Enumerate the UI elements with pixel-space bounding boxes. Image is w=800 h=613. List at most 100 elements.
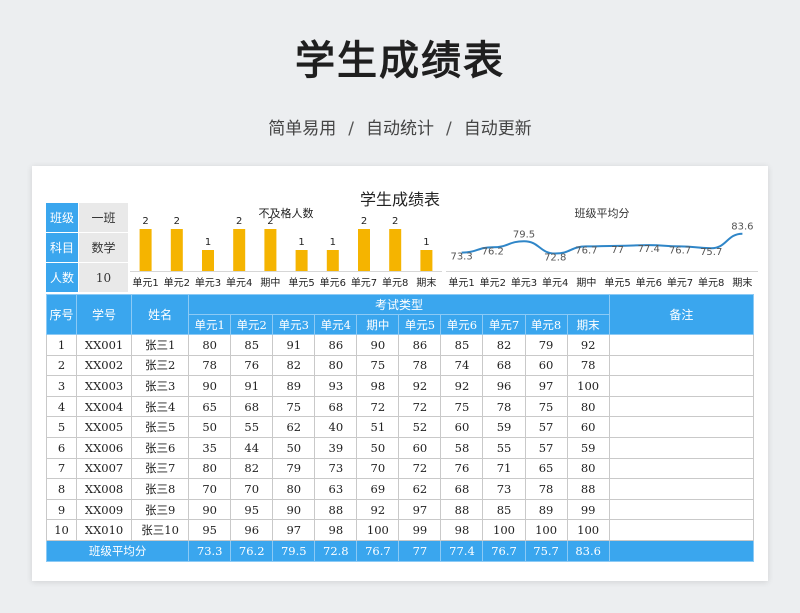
- cell-score[interactable]: 88: [314, 498, 358, 521]
- cell-score[interactable]: 90: [272, 498, 316, 521]
- cell-student-id[interactable]: XX006: [76, 436, 133, 459]
- cell-score[interactable]: 76: [230, 354, 274, 377]
- cell-score[interactable]: 89: [524, 498, 568, 521]
- cell-score[interactable]: 59: [482, 416, 526, 438]
- cell-score[interactable]: 68: [482, 354, 526, 377]
- cell-score[interactable]: 85: [482, 498, 526, 521]
- cell-student-id[interactable]: XX001: [76, 334, 133, 356]
- cell-name[interactable]: 张三10: [131, 519, 190, 541]
- cell-score[interactable]: 78: [188, 354, 232, 377]
- cell-score[interactable]: 78: [566, 354, 610, 377]
- cell-score[interactable]: 78: [524, 478, 568, 500]
- cell-score[interactable]: 70: [230, 478, 274, 500]
- cell-score[interactable]: 95: [188, 519, 232, 541]
- cell-index[interactable]: 5: [45, 416, 78, 438]
- cell-score[interactable]: 58: [440, 436, 484, 459]
- cell-score[interactable]: 44: [230, 436, 274, 459]
- cell-score[interactable]: 60: [398, 436, 442, 459]
- cell-score[interactable]: 92: [398, 375, 442, 397]
- cell-name[interactable]: 张三8: [131, 478, 190, 500]
- cell-score[interactable]: 93: [314, 375, 358, 397]
- cell-score[interactable]: 62: [398, 478, 442, 500]
- cell-score[interactable]: 71: [482, 457, 526, 480]
- cell-score[interactable]: 82: [482, 334, 526, 356]
- cell-student-id[interactable]: XX002: [76, 354, 133, 377]
- cell-score[interactable]: 80: [188, 457, 232, 480]
- cell-remark[interactable]: [608, 457, 755, 480]
- cell-score[interactable]: 75: [440, 395, 484, 418]
- cell-score[interactable]: 100: [482, 519, 526, 541]
- cell-score[interactable]: 90: [188, 375, 232, 397]
- cell-score[interactable]: 97: [524, 375, 568, 397]
- cell-score[interactable]: 90: [356, 334, 400, 356]
- cell-score[interactable]: 76: [440, 457, 484, 480]
- cell-name[interactable]: 张三1: [131, 334, 190, 356]
- cell-score[interactable]: 78: [398, 354, 442, 377]
- cell-score[interactable]: 75: [524, 395, 568, 418]
- cell-student-id[interactable]: XX008: [76, 478, 133, 500]
- cell-score[interactable]: 100: [566, 375, 610, 397]
- cell-name[interactable]: 张三2: [131, 354, 190, 377]
- cell-score[interactable]: 50: [356, 436, 400, 459]
- cell-score[interactable]: 62: [272, 416, 316, 438]
- cell-index[interactable]: 2: [45, 354, 78, 377]
- cell-student-id[interactable]: XX005: [76, 416, 133, 438]
- cell-score[interactable]: 97: [272, 519, 316, 541]
- cell-score[interactable]: 70: [188, 478, 232, 500]
- cell-score[interactable]: 79: [524, 334, 568, 356]
- cell-score[interactable]: 92: [356, 498, 400, 521]
- cell-score[interactable]: 78: [482, 395, 526, 418]
- cell-score[interactable]: 98: [314, 519, 358, 541]
- cell-index[interactable]: 9: [45, 498, 78, 521]
- cell-score[interactable]: 72: [398, 457, 442, 480]
- cell-name[interactable]: 张三7: [131, 457, 190, 480]
- cell-score[interactable]: 91: [272, 334, 316, 356]
- cell-score[interactable]: 98: [356, 375, 400, 397]
- cell-score[interactable]: 65: [188, 395, 232, 418]
- cell-name[interactable]: 张三6: [131, 436, 190, 459]
- cell-score[interactable]: 63: [314, 478, 358, 500]
- cell-student-id[interactable]: XX010: [76, 519, 133, 541]
- cell-score[interactable]: 99: [566, 498, 610, 521]
- cell-score[interactable]: 70: [356, 457, 400, 480]
- cell-index[interactable]: 3: [45, 375, 78, 397]
- cell-index[interactable]: 1: [45, 334, 78, 356]
- cell-score[interactable]: 92: [566, 334, 610, 356]
- cell-remark[interactable]: [608, 478, 755, 500]
- cell-score[interactable]: 97: [398, 498, 442, 521]
- cell-student-id[interactable]: XX007: [76, 457, 133, 480]
- cell-score[interactable]: 91: [230, 375, 274, 397]
- cell-name[interactable]: 张三3: [131, 375, 190, 397]
- cell-score[interactable]: 80: [272, 478, 316, 500]
- cell-name[interactable]: 张三5: [131, 416, 190, 438]
- cell-score[interactable]: 74: [440, 354, 484, 377]
- cell-score[interactable]: 35: [188, 436, 232, 459]
- cell-score[interactable]: 72: [398, 395, 442, 418]
- cell-score[interactable]: 79: [272, 457, 316, 480]
- cell-score[interactable]: 96: [482, 375, 526, 397]
- cell-remark[interactable]: [608, 354, 755, 377]
- cell-score[interactable]: 80: [566, 457, 610, 480]
- cell-score[interactable]: 52: [398, 416, 442, 438]
- cell-student-id[interactable]: XX004: [76, 395, 133, 418]
- cell-score[interactable]: 68: [230, 395, 274, 418]
- cell-score[interactable]: 75: [272, 395, 316, 418]
- cell-remark[interactable]: [608, 334, 755, 356]
- cell-score[interactable]: 65: [524, 457, 568, 480]
- cell-score[interactable]: 40: [314, 416, 358, 438]
- cell-score[interactable]: 85: [440, 334, 484, 356]
- cell-score[interactable]: 88: [566, 478, 610, 500]
- cell-score[interactable]: 99: [398, 519, 442, 541]
- cell-score[interactable]: 60: [524, 354, 568, 377]
- cell-score[interactable]: 80: [188, 334, 232, 356]
- info-value[interactable]: 10: [78, 263, 128, 292]
- cell-score[interactable]: 86: [314, 334, 358, 356]
- info-value[interactable]: 数学: [78, 233, 128, 262]
- cell-score[interactable]: 55: [230, 416, 274, 438]
- cell-name[interactable]: 张三9: [131, 498, 190, 521]
- info-value[interactable]: 一班: [78, 203, 128, 232]
- cell-index[interactable]: 4: [45, 395, 78, 418]
- cell-score[interactable]: 82: [272, 354, 316, 377]
- cell-score[interactable]: 80: [566, 395, 610, 418]
- cell-score[interactable]: 75: [356, 354, 400, 377]
